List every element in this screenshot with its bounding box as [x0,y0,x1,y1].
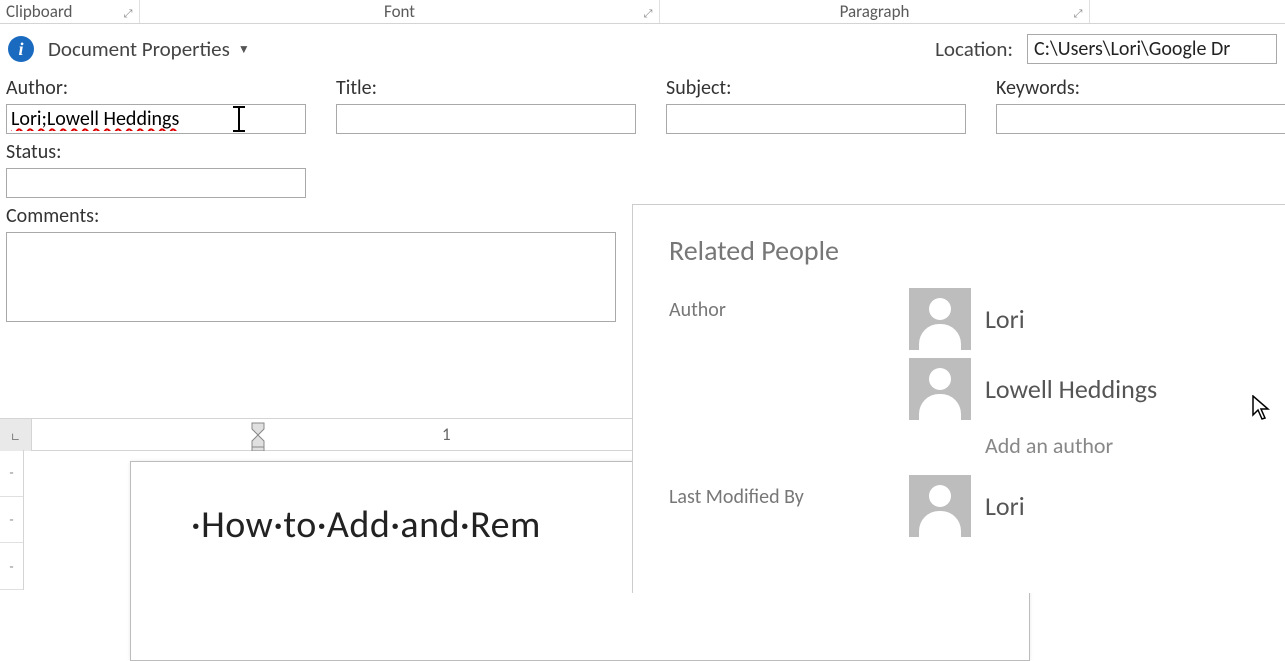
document-properties-label: Document Properties [48,36,230,62]
ribbon-group-paragraph: Paragraph ⤢ [660,0,1090,23]
keywords-label: Keywords: [996,76,1285,100]
vertical-ruler: - - - [0,450,24,590]
info-icon: i [8,36,34,62]
ribbon-group-font: Font ⤢ [140,0,660,23]
indent-marker-icon[interactable] [250,419,266,451]
vruler-cell: - [0,450,23,497]
vruler-cell: - [0,497,23,544]
author-entry[interactable]: Lowell Heddings [909,358,1157,420]
avatar-icon [909,475,971,537]
document-properties-bar: i Document Properties ▼ Location: C:\Use… [0,24,1285,70]
author-input[interactable] [6,104,306,134]
title-input[interactable] [336,104,636,134]
text-cursor-icon [238,107,240,131]
ribbon-group-labels: Clipboard ⤢ Font ⤢ Paragraph ⤢ [0,0,1285,24]
tab-selector-button[interactable]: ∟ [0,419,32,451]
document-properties-dropdown[interactable]: Document Properties ▼ [48,36,250,62]
ribbon-label-clipboard: Clipboard [6,1,72,22]
author-key: Author [669,288,909,322]
add-author-link[interactable]: Add an author [985,432,1157,459]
last-modified-name: Lori [985,490,1025,522]
ribbon-group-clipboard: Clipboard ⤢ [0,0,140,23]
dialog-launcher-clipboard[interactable]: ⤢ [121,7,135,21]
chevron-down-icon: ▼ [238,42,250,57]
comments-input[interactable] [6,232,616,322]
author-entry[interactable]: Lori [909,288,1157,350]
related-people-panel: Related People Author Lori Lowell Heddin… [632,204,1285,593]
ribbon-label-font: Font [384,1,415,22]
author-label: Author: [6,76,306,100]
ribbon-label-paragraph: Paragraph [840,1,910,22]
subject-label: Subject: [666,76,966,100]
status-label: Status: [6,140,1279,164]
vruler-cell: - [0,543,23,590]
author-name: Lori [985,303,1025,335]
keywords-input[interactable] [996,104,1285,134]
ruler-tick-1: 1 [442,419,451,450]
location-field[interactable]: C:\Users\Lori\Google Dr [1027,34,1277,64]
avatar-icon [909,288,971,350]
last-modified-key: Last Modified By [669,475,909,509]
title-label: Title: [336,76,636,100]
status-row: Status: [0,134,1285,198]
dialog-launcher-font[interactable]: ⤢ [641,7,655,21]
last-modified-entry[interactable]: Lori [909,475,1025,537]
dialog-launcher-paragraph[interactable]: ⤢ [1071,7,1085,21]
property-fields-row: Author: Title: Subject: Keywords: [0,70,1285,134]
status-input[interactable] [6,168,306,198]
avatar-icon [909,358,971,420]
subject-input[interactable] [666,104,966,134]
panel-title: Related People [669,233,1249,268]
author-name: Lowell Heddings [985,373,1157,405]
location-label: Location: [935,36,1013,62]
